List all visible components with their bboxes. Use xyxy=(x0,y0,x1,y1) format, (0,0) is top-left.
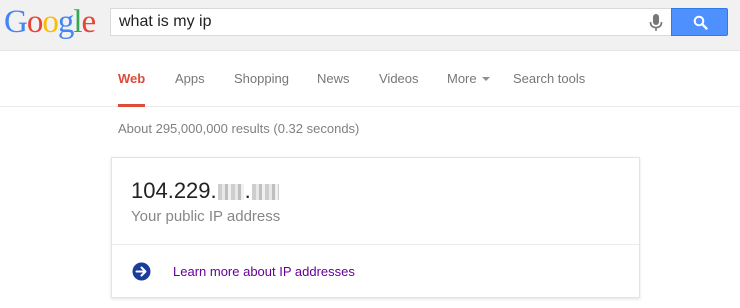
logo-letter: g xyxy=(57,4,74,40)
logo-letter: o xyxy=(42,4,58,40)
search-box xyxy=(110,8,671,36)
microphone-icon[interactable] xyxy=(649,14,663,32)
ip-separator: . xyxy=(244,178,251,203)
tab-web[interactable]: Web xyxy=(118,71,146,107)
tab-videos[interactable]: Videos xyxy=(379,71,419,107)
ip-answer-card: 104.229.. Your public IP address Learn m… xyxy=(111,157,640,298)
ip-address-visible: 104.229. xyxy=(131,178,217,203)
search-tabs: Web Apps Shopping News Videos More Searc… xyxy=(0,51,740,107)
logo-letter: o xyxy=(26,4,43,40)
ip-redacted-block xyxy=(251,184,279,200)
tab-news[interactable]: News xyxy=(317,71,350,107)
learn-more-link[interactable]: Learn more about IP addresses xyxy=(173,264,355,279)
ip-address: 104.229.. xyxy=(131,178,280,204)
logo-letter: e xyxy=(81,4,97,40)
tab-shopping[interactable]: Shopping xyxy=(234,71,289,107)
arrow-right-circle-icon[interactable] xyxy=(132,262,151,281)
tab-apps[interactable]: Apps xyxy=(175,71,205,107)
logo-letter: l xyxy=(73,4,82,40)
search-input[interactable] xyxy=(119,9,639,35)
tab-more[interactable]: More xyxy=(447,71,490,107)
chevron-down-icon xyxy=(481,77,490,81)
magnifier-icon xyxy=(693,15,708,30)
logo-letter: G xyxy=(4,4,28,40)
ip-subtitle: Your public IP address xyxy=(131,208,281,225)
google-logo[interactable]: Google xyxy=(4,4,97,40)
header-bar: Google xyxy=(0,0,740,51)
tab-more-label: More xyxy=(447,71,477,86)
tab-search-tools[interactable]: Search tools xyxy=(513,71,585,107)
divider xyxy=(112,244,639,245)
search-button[interactable] xyxy=(671,8,728,36)
ip-redacted-block xyxy=(217,184,244,200)
result-stats: About 295,000,000 results (0.32 seconds) xyxy=(118,121,360,136)
